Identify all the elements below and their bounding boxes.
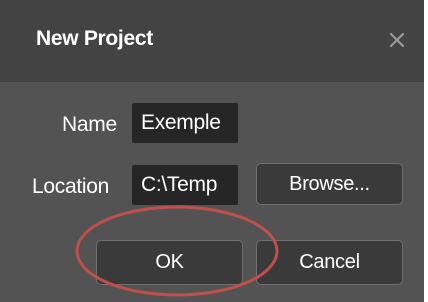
cancel-button[interactable]: Cancel	[256, 240, 403, 285]
close-icon[interactable]	[388, 31, 406, 49]
ok-button[interactable]: OK	[96, 240, 243, 285]
new-project-dialog: New Project Name Exemple Location C:\Tem…	[0, 0, 428, 302]
dialog-title: New Project	[36, 27, 153, 50]
browse-button[interactable]: Browse...	[256, 163, 403, 205]
location-label: Location	[32, 175, 109, 198]
name-field[interactable]: Exemple	[132, 103, 238, 143]
dialog-titlebar: New Project	[0, 0, 424, 82]
name-label: Name	[62, 113, 117, 136]
location-field[interactable]: C:\Temp	[132, 165, 238, 205]
